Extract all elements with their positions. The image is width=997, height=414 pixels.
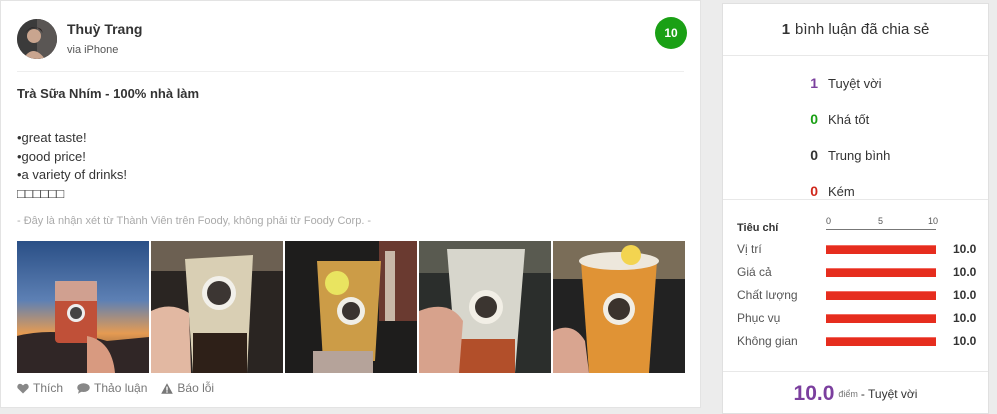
heart-icon xyxy=(17,383,29,393)
criteria-header: Tiêu chí 0 5 10 xyxy=(737,216,982,238)
total-score-label: - Tuyệt vời xyxy=(860,386,918,401)
total-score: 10.0 điểm - Tuyệt vời xyxy=(723,371,988,414)
criteria-name: Chất lượng xyxy=(737,288,798,302)
rating-tally: 1 Tuyệt vời 0 Khá tốt 0 Trung bình 0 Kém xyxy=(723,56,988,200)
scale-tick: 5 xyxy=(878,216,884,226)
criteria-row: Giá cả 10.0 xyxy=(737,261,982,284)
criteria-bar-fill xyxy=(826,245,936,254)
criteria-value: 10.0 xyxy=(953,334,977,348)
criteria-value: 10.0 xyxy=(953,242,977,256)
fruit-tea-photo[interactable] xyxy=(553,241,685,373)
scale-tick: 0 xyxy=(826,216,832,226)
tally-label: Trung bình xyxy=(828,147,891,163)
iced-tea-photo[interactable] xyxy=(419,241,551,373)
tally-label: Tuyệt vời xyxy=(828,75,882,91)
tally-count: 0 xyxy=(810,183,818,199)
tally-label: Khá tốt xyxy=(828,111,870,127)
criteria-bar xyxy=(826,337,936,346)
discuss-label: Thảo luận xyxy=(94,381,148,395)
lemon-tea-photo[interactable] xyxy=(285,241,417,373)
discuss-button[interactable]: Thảo luận xyxy=(77,381,147,395)
criteria-bar xyxy=(826,314,936,323)
criteria-bar-fill xyxy=(826,314,936,323)
like-button[interactable]: Thích xyxy=(17,381,63,395)
review-line: •good price! xyxy=(17,148,86,164)
criteria-bar-fill xyxy=(826,268,936,277)
warning-icon xyxy=(161,382,174,394)
report-button[interactable]: Báo lỗi xyxy=(161,381,214,395)
criteria-bar-fill xyxy=(826,337,936,346)
criteria-scale: 0 5 10 xyxy=(826,216,939,236)
tally-row-poor[interactable]: 0 Kém xyxy=(723,173,988,209)
criteria-value: 10.0 xyxy=(953,311,977,325)
like-label: Thích xyxy=(33,381,64,395)
criteria-row: Vị trí 10.0 xyxy=(737,238,982,261)
criteria-row: Không gian 10.0 xyxy=(737,330,982,353)
sunset-drink-photo[interactable] xyxy=(17,241,149,373)
criteria-bar-fill xyxy=(826,291,936,300)
tally-label: Kém xyxy=(828,183,855,199)
criteria-name: Giá cả xyxy=(737,265,772,279)
comment-icon xyxy=(77,382,90,394)
criteria-bar xyxy=(826,268,936,277)
criteria-value: 10.0 xyxy=(953,265,977,279)
criteria-row: Phục vụ 10.0 xyxy=(737,307,982,330)
photo-strip xyxy=(17,241,685,373)
criteria-name: Không gian xyxy=(737,334,798,348)
avatar[interactable] xyxy=(17,19,57,59)
review-line: □□□□□□ xyxy=(17,185,65,201)
scale-line xyxy=(826,229,936,230)
review-count: 1 xyxy=(781,21,791,38)
rating-summary-panel: 1 bình luận đã chia sẻ 1 Tuyệt vời 0 Khá… xyxy=(722,3,989,414)
total-score-unit: điểm xyxy=(838,388,858,399)
tally-count: 0 xyxy=(810,111,818,127)
report-label: Báo lỗi xyxy=(177,381,215,395)
criteria-bar xyxy=(826,291,936,300)
criteria-name: Vị trí xyxy=(737,242,762,256)
review-line: •great taste! xyxy=(17,130,87,145)
criteria-row: Chất lượng 10.0 xyxy=(737,284,982,307)
tally-count: 1 xyxy=(810,75,818,91)
criteria-name: Phục vụ xyxy=(737,311,781,325)
tally-row-good[interactable]: 0 Khá tốt xyxy=(723,101,988,137)
review-count-label: bình luận đã chia sẻ xyxy=(795,21,930,38)
tally-row-average[interactable]: 0 Trung bình xyxy=(723,137,988,173)
review-line: •a variety of drinks! xyxy=(17,167,128,182)
device-label: via iPhone xyxy=(67,44,119,56)
milk-tea-photo[interactable] xyxy=(151,241,283,373)
divider xyxy=(17,71,684,72)
tally-row-excellent[interactable]: 1 Tuyệt vời xyxy=(723,65,988,101)
score-badge: 10 xyxy=(655,17,687,49)
user-name[interactable]: Thuỳ Trang xyxy=(67,21,142,37)
disclaimer: - Đây là nhận xét từ Thành Viên trên Foo… xyxy=(17,215,372,227)
tally-count: 0 xyxy=(810,147,818,163)
criteria-value: 10.0 xyxy=(953,288,977,302)
review-card: Thuỳ Trang via iPhone 10 Trà Sữa Nhím - … xyxy=(0,0,701,408)
criteria-bar xyxy=(826,245,936,254)
panel-header: 1 bình luận đã chia sẻ xyxy=(723,4,988,56)
scale-tick: 10 xyxy=(928,216,939,226)
criteria-chart: Tiêu chí 0 5 10 Vị trí 10.0 Giá cả 10.0 … xyxy=(737,216,982,353)
review-body: •great taste! •good price! •a variety of… xyxy=(17,129,127,203)
criteria-label: Tiêu chí xyxy=(737,222,779,234)
review-title[interactable]: Trà Sữa Nhím - 100% nhà làm xyxy=(17,86,199,101)
total-score-value: 10.0 xyxy=(793,381,835,405)
review-actions: Thích Thảo luận Báo lỗi xyxy=(17,381,214,395)
